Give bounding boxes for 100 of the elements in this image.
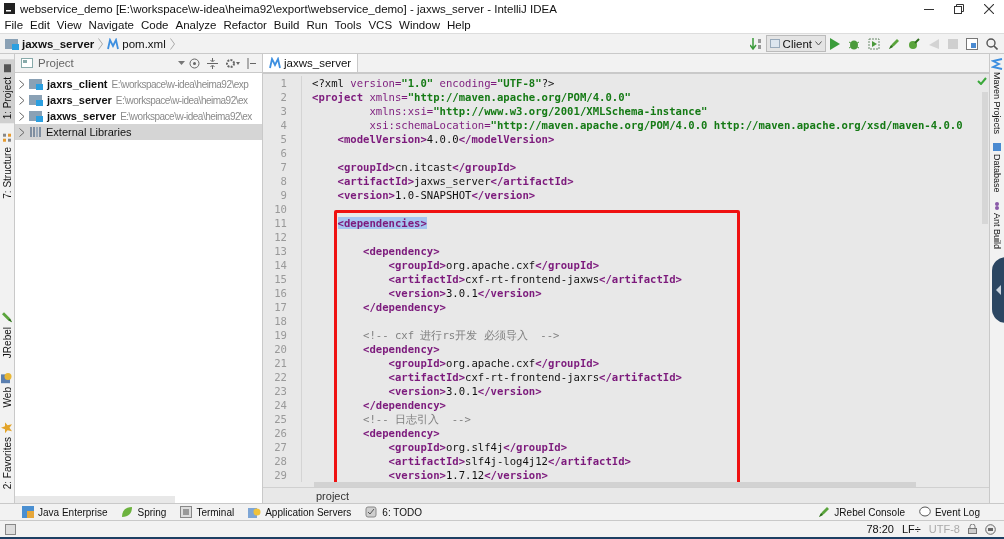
breadcrumb-item[interactable]: project bbox=[316, 489, 350, 502]
horizontal-scrollbar[interactable] bbox=[314, 482, 916, 487]
sort-icon[interactable] bbox=[749, 37, 762, 50]
project-structure-icon[interactable] bbox=[966, 37, 978, 50]
menu-item[interactable]: Help bbox=[443, 19, 475, 31]
settings-icon[interactable] bbox=[225, 57, 240, 69]
code-line: <dependency> bbox=[362, 244, 440, 258]
line-number: 4 bbox=[263, 118, 302, 132]
line-number: 20 bbox=[263, 342, 302, 356]
editor-tab[interactable]: jaxws_server bbox=[263, 54, 359, 72]
code-line: </dependency> bbox=[362, 300, 446, 314]
tree-item-label: External Libraries bbox=[46, 126, 132, 138]
coverage-icon[interactable] bbox=[868, 37, 880, 50]
tool-window-tab[interactable]: Database bbox=[990, 140, 1004, 195]
collapse-icon[interactable] bbox=[207, 57, 218, 69]
menu-item[interactable]: Run bbox=[302, 19, 332, 31]
vertical-scrollbar[interactable] bbox=[982, 92, 988, 224]
tool-window-tab[interactable]: Ant Build bbox=[990, 198, 1004, 251]
target-icon[interactable] bbox=[189, 57, 200, 69]
hide-icon[interactable] bbox=[247, 57, 257, 69]
todo-icon bbox=[365, 506, 379, 518]
close-icon[interactable] bbox=[984, 3, 994, 14]
line-number: 18 bbox=[263, 314, 302, 328]
cursor-position[interactable]: 78:20 bbox=[866, 523, 894, 535]
tool-window-button[interactable]: Event Log bbox=[918, 506, 980, 518]
tool-window-tab[interactable]: Maven Projects bbox=[990, 56, 1004, 137]
maximize-icon[interactable] bbox=[954, 3, 964, 14]
code-line: <artifactId>cxf-rt-frontend-jaxrs</artifactId> bbox=[387, 370, 682, 384]
line-number: 23 bbox=[263, 384, 302, 398]
tool-window-tab[interactable]: 2: Favorites bbox=[0, 417, 14, 493]
module-path: E:\workspace\w-idea\heima92\ex bbox=[120, 110, 252, 122]
tree-item-label: jaxws_server bbox=[47, 110, 117, 122]
line-number: 15 bbox=[263, 272, 302, 286]
line-number: 26 bbox=[263, 426, 302, 440]
line-number: 11 bbox=[263, 216, 302, 230]
menu-item[interactable]: File bbox=[1, 19, 27, 31]
line-number: 22 bbox=[263, 370, 302, 384]
tree-item-label: jaxrs_client bbox=[47, 78, 108, 90]
code-line: <!-- 日志引入 --> bbox=[362, 412, 471, 426]
menu-item[interactable]: Refactor bbox=[219, 19, 271, 31]
code-line: <artifactId>cxf-rt-frontend-jaxws</artifactId> bbox=[387, 272, 682, 286]
module-path: E:\workspace\w-idea\heima92\ex bbox=[115, 94, 248, 106]
code-line: </dependency> bbox=[362, 398, 446, 412]
terminal-icon bbox=[180, 506, 193, 518]
code-line: <version>3.0.1</version> bbox=[387, 286, 542, 300]
code-line: <version>1.7.12</version> bbox=[387, 468, 548, 482]
menu-item[interactable]: Analyze bbox=[171, 19, 220, 31]
tool-window-button[interactable]: Java Enterprise bbox=[22, 506, 108, 518]
line-number: 29 bbox=[263, 468, 302, 482]
tool-window-button[interactable]: 6: TODO bbox=[365, 506, 422, 518]
tool-window-button[interactable]: Application Servers bbox=[248, 506, 352, 518]
line-number: 13 bbox=[263, 244, 302, 258]
line-number: 21 bbox=[263, 356, 302, 370]
maven-icon bbox=[991, 58, 1003, 70]
menu-item[interactable]: Navigate bbox=[85, 19, 138, 31]
menu-item[interactable]: VCS bbox=[364, 19, 396, 31]
tool-window-tab[interactable]: JRebel bbox=[0, 307, 14, 363]
tool-window-tab[interactable]: 1: Project bbox=[0, 59, 14, 124]
run-icon[interactable] bbox=[830, 37, 840, 50]
speech-bubble-icon bbox=[918, 506, 931, 518]
line-number: 14 bbox=[263, 258, 302, 272]
breadcrumb-item[interactable]: jaxws_server bbox=[22, 37, 95, 50]
window-title: webservice_demo [E:\workspace\w-idea\heima92\export\webservice_demo] - jaxws_server - IntelliJ IDEA bbox=[20, 2, 558, 15]
module-path: E:\workspace\w-idea\heima92\exp bbox=[111, 78, 249, 90]
tree-item[interactable]: jaxrs_server E:\workspace\w-idea\heima92\ex bbox=[15, 92, 262, 108]
line-number: 2 bbox=[263, 90, 302, 104]
code-line: <groupId>org.apache.cxf</groupId> bbox=[387, 258, 599, 272]
tool-window-button[interactable]: Spring bbox=[121, 506, 167, 518]
line-number: 17 bbox=[263, 300, 302, 314]
tree-item[interactable]: jaxws_server E:\workspace\w-idea\heima92\ex bbox=[15, 108, 262, 124]
tool-window-button[interactable]: Terminal bbox=[180, 506, 235, 518]
line-number: 25 bbox=[263, 412, 302, 426]
tool-windows-icon[interactable] bbox=[5, 523, 16, 535]
breadcrumb-item[interactable]: pom.xml bbox=[122, 37, 166, 50]
menu-item[interactable]: Window bbox=[395, 19, 444, 31]
menu-item[interactable]: Edit bbox=[26, 19, 54, 31]
line-number: 7 bbox=[263, 160, 302, 174]
menu-item[interactable]: Tools bbox=[331, 19, 365, 31]
library-icon bbox=[29, 126, 42, 138]
tree-item[interactable]: jaxrs_client E:\workspace\w-idea\heima92\exp bbox=[15, 76, 262, 92]
tool-window-button[interactable]: JRebel Console bbox=[818, 506, 905, 518]
leaf-icon bbox=[121, 506, 134, 518]
line-number: 24 bbox=[263, 398, 302, 412]
menu-item[interactable]: Build bbox=[270, 19, 303, 31]
tree-item[interactable]: External Libraries bbox=[15, 124, 262, 140]
tool-window-tab[interactable]: Web bbox=[0, 368, 14, 412]
structure-icon bbox=[2, 133, 12, 144]
horizontal-scrollbar[interactable] bbox=[15, 496, 175, 503]
code-line: <version>1.0-SNAPSHOT</version> bbox=[336, 188, 536, 202]
menu-item[interactable]: Code bbox=[137, 19, 172, 31]
caret-icon bbox=[815, 41, 822, 46]
tool-window-tab[interactable]: 7: Structure bbox=[0, 129, 14, 203]
line-number: 12 bbox=[263, 230, 302, 244]
inspector-icon[interactable] bbox=[985, 523, 996, 535]
line-separator[interactable]: LF÷ bbox=[901, 523, 921, 535]
run-configuration-dropdown[interactable]: Client bbox=[765, 35, 826, 52]
lock-icon[interactable] bbox=[968, 524, 977, 534]
menu-item[interactable]: View bbox=[53, 19, 86, 31]
rocket-bug-icon[interactable] bbox=[908, 37, 920, 50]
search-icon[interactable] bbox=[986, 37, 998, 50]
